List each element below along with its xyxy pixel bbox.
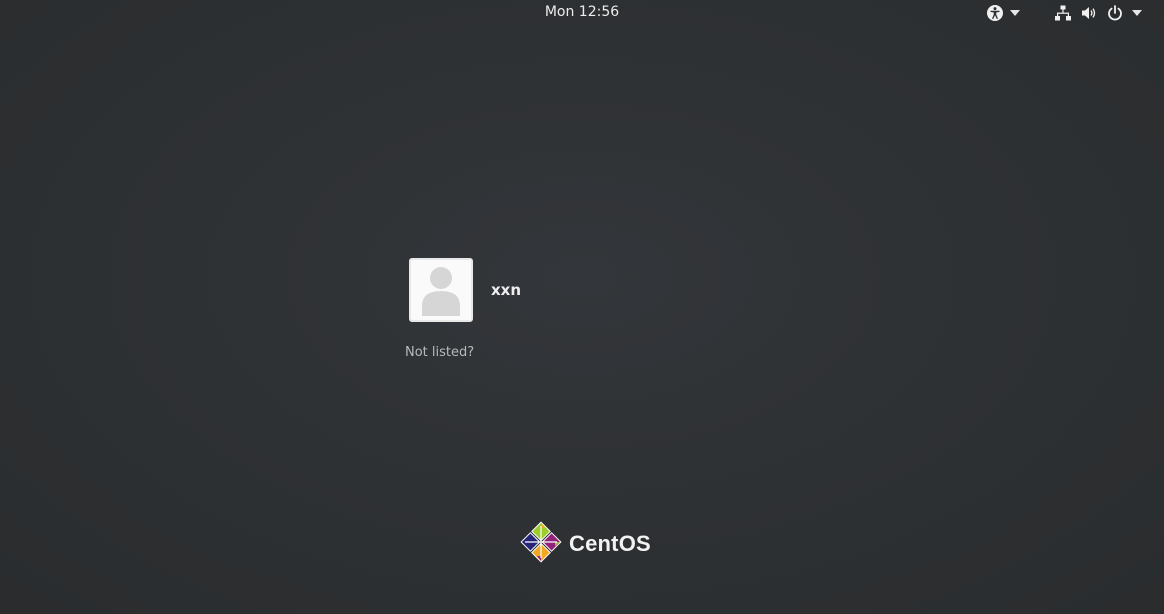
accessibility-icon [986,4,1004,22]
not-listed-link[interactable]: Not listed? [405,345,474,360]
centos-logo [519,520,563,568]
accessibility-menu[interactable] [986,0,1020,26]
user-name[interactable]: xxn [491,281,521,299]
user-list-item[interactable]: xxn [409,258,521,322]
volume-icon [1080,4,1098,22]
chevron-down-icon [1132,10,1142,16]
network-wired-icon [1054,4,1072,22]
user-silhouette-icon [419,262,463,320]
power-icon [1106,4,1124,22]
top-bar: Mon 12:56 [0,0,1164,26]
brand-name: CentOS [569,531,651,556]
chevron-down-icon [1010,10,1020,16]
system-menu[interactable] [1054,0,1142,26]
user-avatar[interactable] [409,258,473,322]
branding: CentOS [519,520,651,568]
